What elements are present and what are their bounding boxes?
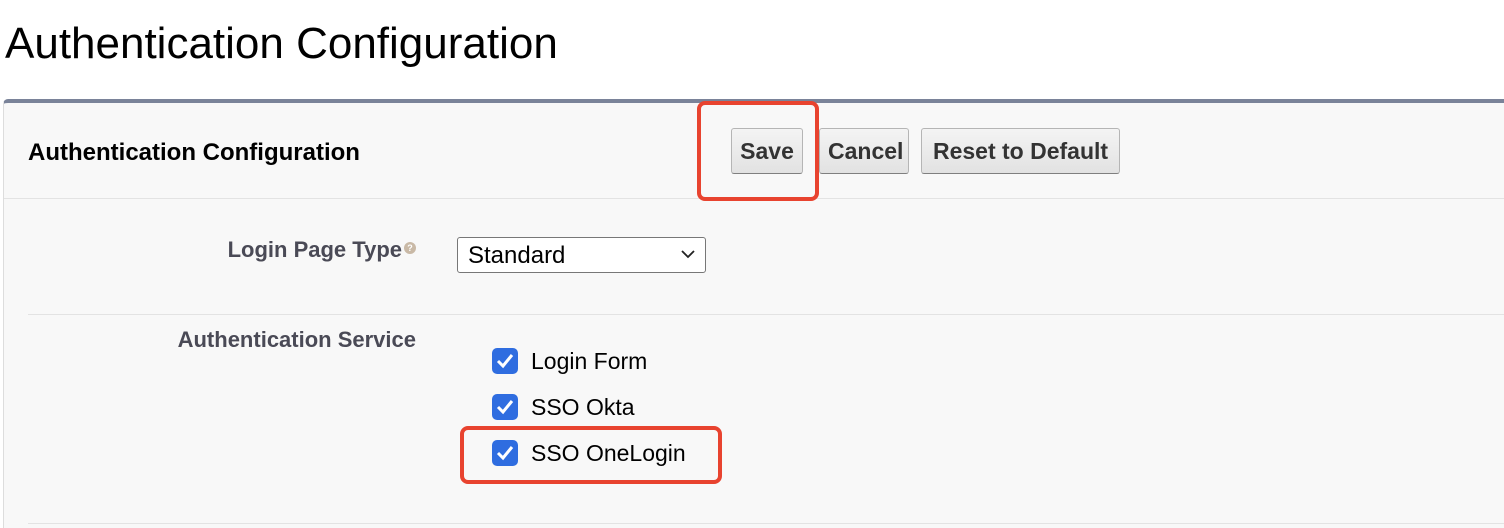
checkmark-icon (496, 446, 514, 461)
authentication-service-label: Authentication Service (177, 327, 416, 352)
page-title: Authentication Configuration (5, 19, 558, 68)
save-button[interactable]: Save (731, 128, 803, 174)
sso-okta-label: SSO Okta (531, 394, 635, 420)
checkmark-icon (496, 400, 514, 415)
divider (28, 523, 1504, 524)
sso-onelogin-label: SSO OneLogin (531, 440, 686, 466)
login-page-type-select[interactable]: Standard (457, 237, 706, 273)
checkmark-icon (496, 354, 514, 369)
help-icon[interactable]: ? (404, 242, 416, 254)
panel-header: Authentication Configuration Save Cancel… (4, 103, 1504, 199)
panel-title: Authentication Configuration (28, 139, 360, 166)
login-page-type-label: Login Page Type? (228, 237, 416, 263)
login-page-type-label-text: Login Page Type (227, 237, 402, 262)
divider (28, 314, 1504, 315)
reset-to-default-button[interactable]: Reset to Default (921, 128, 1120, 174)
login-form-checkbox[interactable] (492, 348, 518, 374)
chevron-down-icon (681, 250, 695, 259)
cancel-button[interactable]: Cancel (819, 128, 909, 174)
login-form-label: Login Form (531, 348, 648, 374)
sso-okta-checkbox[interactable] (492, 394, 518, 420)
login-page-type-value: Standard (468, 242, 566, 269)
sso-onelogin-checkbox[interactable] (492, 440, 518, 466)
